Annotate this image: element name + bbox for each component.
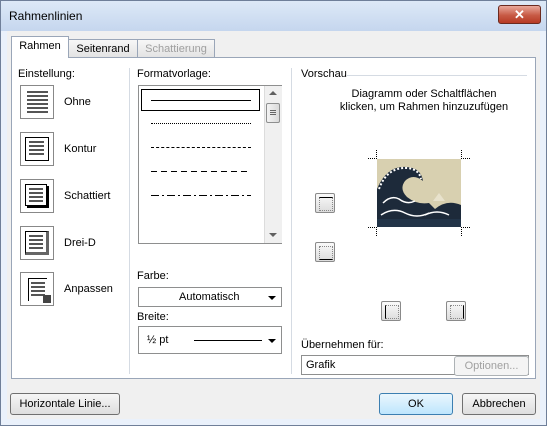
top-border-button[interactable]: [315, 193, 335, 213]
tab-panel: Einstellung: Ohne Kontur Schattiert Drei…: [11, 57, 536, 379]
line-style-scrollbar[interactable]: [264, 86, 282, 243]
3d-border-icon: [20, 226, 54, 260]
setting-drei-d[interactable]: Drei-D: [20, 226, 120, 266]
close-icon: ✕: [514, 7, 525, 22]
left-border-icon: [385, 305, 399, 319]
setting-label: Schattiert: [64, 190, 111, 202]
setting-ohne[interactable]: Ohne: [20, 85, 120, 125]
dialog-window: Rahmenlinien ✕ Rahmen Seitenrand Schatti…: [0, 0, 547, 426]
bottom-border-button[interactable]: [315, 242, 335, 262]
setting-kontur[interactable]: Kontur: [20, 132, 120, 172]
tab-rahmen[interactable]: Rahmen: [11, 36, 69, 58]
dialog-title: Rahmenlinien: [9, 9, 83, 23]
setting-label: Drei-D: [64, 237, 96, 249]
box-border-icon: [20, 132, 54, 166]
line-style-item-selected[interactable]: [141, 89, 260, 111]
horizontal-line-button-label: Horizontale Linie...: [19, 398, 111, 410]
setting-label: Anpassen: [64, 283, 113, 295]
right-border-button[interactable]: [446, 301, 466, 321]
chevron-down-icon[interactable]: [268, 339, 276, 343]
shadow-border-icon: [20, 179, 54, 213]
scroll-down-icon[interactable]: [269, 233, 277, 237]
none-border-icon: [20, 85, 54, 119]
preview-header: Vorschau: [301, 68, 347, 80]
preview-area[interactable]: [368, 150, 470, 236]
width-sample-line: [194, 340, 262, 341]
line-style-list[interactable]: [138, 85, 282, 244]
preview-header-rule: [347, 75, 527, 76]
top-border-icon: [319, 197, 333, 211]
right-border-icon: [450, 305, 464, 319]
width-dropdown[interactable]: ½ pt: [138, 326, 282, 354]
horizontal-line-button[interactable]: Horizontale Linie...: [10, 393, 120, 415]
settings-header: Einstellung:: [18, 68, 75, 80]
title-bar[interactable]: Rahmenlinien ✕: [1, 1, 546, 31]
cancel-button[interactable]: Abbrechen: [462, 393, 536, 415]
style-header: Formatvorlage:: [137, 68, 211, 80]
preview-image: [377, 159, 461, 227]
line-style-item[interactable]: [141, 161, 260, 183]
custom-border-icon: [20, 272, 54, 306]
line-style-item[interactable]: [141, 185, 260, 207]
apply-to-value: Grafik: [306, 359, 336, 371]
ok-button-label: OK: [408, 398, 424, 410]
setting-label: Kontur: [64, 143, 97, 155]
scroll-up-icon[interactable]: [269, 91, 277, 95]
tab-label: Schattierung: [145, 43, 207, 55]
options-button: Optionen...: [454, 356, 529, 376]
setting-label: Ohne: [64, 96, 91, 108]
chevron-down-icon[interactable]: [268, 296, 276, 300]
setting-anpassen[interactable]: Anpassen: [20, 272, 130, 312]
section-divider: [129, 68, 130, 374]
apply-to-label: Übernehmen für:: [301, 339, 384, 351]
color-value: Automatisch: [179, 291, 240, 303]
line-style-item[interactable]: [141, 137, 260, 159]
ok-button[interactable]: OK: [379, 393, 453, 415]
tab-label: Seitenrand: [76, 43, 130, 55]
options-button-label: Optionen...: [464, 360, 519, 372]
dialog-client: Rahmen Seitenrand Schattierung Einstellu…: [7, 31, 540, 419]
width-label: Breite:: [137, 311, 169, 323]
color-label: Farbe:: [137, 270, 169, 282]
cancel-button-label: Abbrechen: [472, 398, 526, 410]
line-style-item[interactable]: [141, 113, 260, 135]
left-border-button[interactable]: [381, 301, 401, 321]
setting-schattiert[interactable]: Schattiert: [20, 179, 130, 219]
section-divider: [291, 68, 292, 374]
bottom-border-icon: [319, 246, 333, 260]
close-button[interactable]: ✕: [498, 5, 541, 24]
tab-label: Rahmen: [19, 40, 61, 52]
tab-schattierung: Schattierung: [137, 39, 215, 57]
preview-instructions: Diagramm oder Schaltflächen klicken, um …: [339, 88, 509, 113]
scroll-thumb[interactable]: [266, 103, 280, 123]
width-value: ½ pt: [147, 334, 169, 346]
tab-seitenrand[interactable]: Seitenrand: [68, 39, 138, 57]
color-dropdown[interactable]: Automatisch: [138, 287, 282, 307]
